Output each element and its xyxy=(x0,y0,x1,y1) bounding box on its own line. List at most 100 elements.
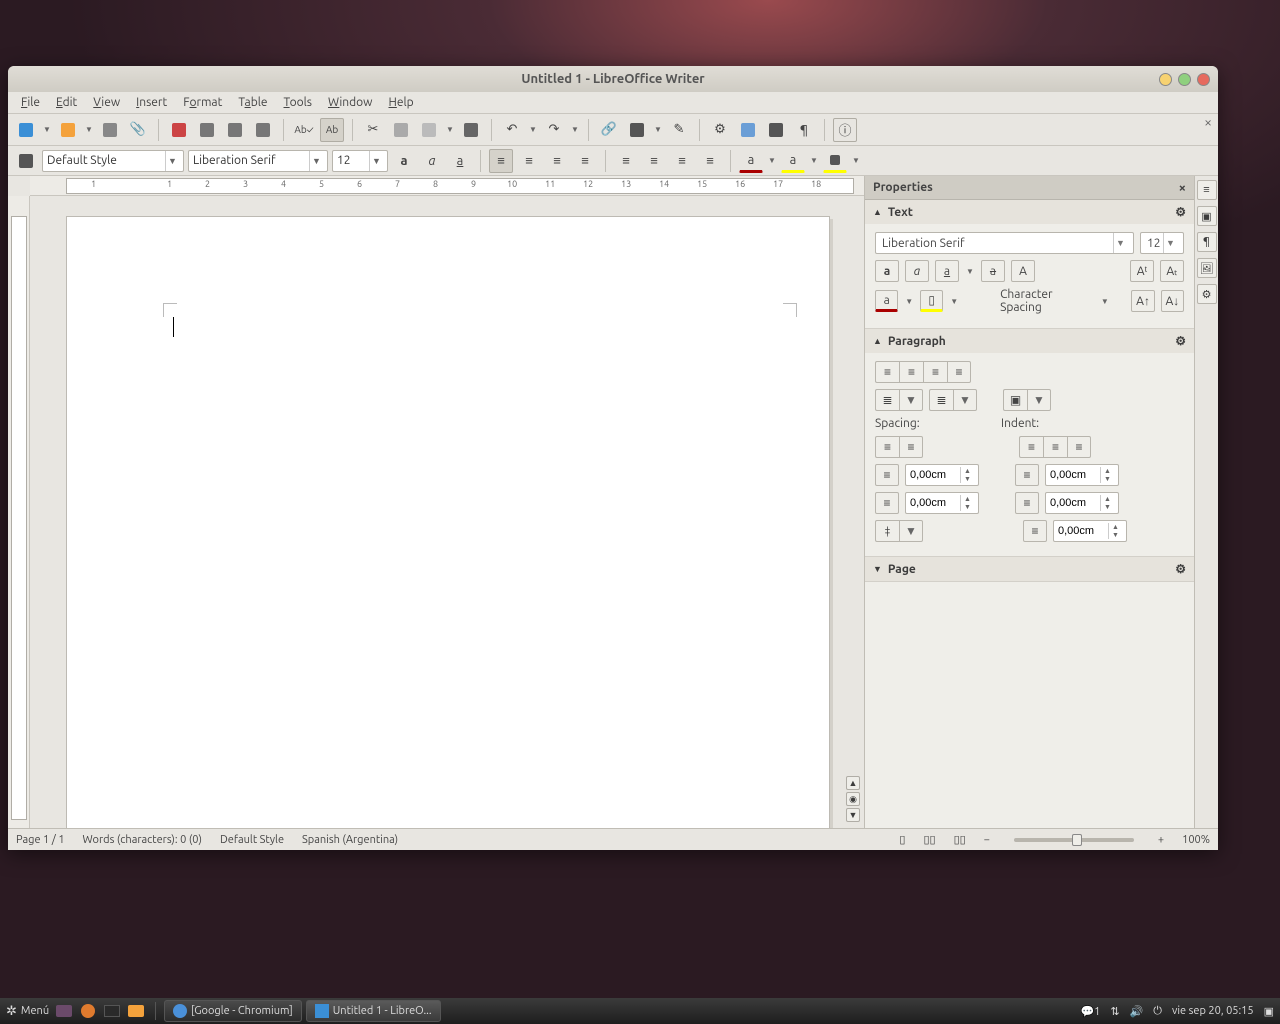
sidebar-bold-button[interactable]: a xyxy=(875,260,899,282)
bulleted-list-button[interactable]: ≡ xyxy=(642,149,666,173)
decrease-indent-button[interactable]: ≡ xyxy=(1043,436,1067,458)
paste-dropdown[interactable]: ▼ xyxy=(445,125,455,134)
undo-button[interactable]: ↶ xyxy=(500,118,524,142)
para-align-center-button[interactable]: ≡ xyxy=(899,361,923,383)
font-color-dropdown[interactable]: ▼ xyxy=(767,156,777,165)
status-lang[interactable]: Spanish (Argentina) xyxy=(302,834,398,846)
para-numbers-dropdown[interactable]: ▼ xyxy=(953,389,977,411)
indent-left-value[interactable] xyxy=(1046,469,1100,481)
italic-button[interactable]: a xyxy=(420,149,444,173)
align-center-button[interactable]: ≡ xyxy=(517,149,541,173)
scroll-down-button[interactable]: ▼ xyxy=(846,808,860,822)
indent-increase-button[interactable]: ≡ xyxy=(698,149,722,173)
gear-icon[interactable]: ⚙ xyxy=(1175,205,1186,219)
sidebar-superscript-button[interactable]: Aᵗ xyxy=(1130,260,1154,282)
indent-first-value[interactable] xyxy=(1054,525,1108,537)
launcher-files[interactable] xyxy=(125,1000,147,1022)
fontcolor-dropdown[interactable]: ▼ xyxy=(904,297,914,306)
task-libreoffice[interactable]: Untitled 1 - LibreO... xyxy=(306,1000,441,1022)
document-page[interactable] xyxy=(66,216,830,828)
align-justify-button[interactable]: ≡ xyxy=(573,149,597,173)
task-chromium[interactable]: [Google - Chromium] xyxy=(164,1000,302,1022)
highlight-dropdown[interactable]: ▼ xyxy=(949,297,959,306)
print-button[interactable] xyxy=(223,118,247,142)
status-viewmode-book[interactable]: ▯▯ xyxy=(954,833,966,846)
space-above-value[interactable] xyxy=(906,469,960,481)
zoom-in-button[interactable]: + xyxy=(1158,834,1164,846)
status-viewmode-multi[interactable]: ▯▯ xyxy=(923,833,935,846)
menu-format[interactable]: Format xyxy=(176,94,229,111)
hyperlink-button[interactable]: 🔗 xyxy=(597,118,621,142)
gear-icon[interactable]: ⚙ xyxy=(1175,334,1186,348)
para-bg-dropdown[interactable]: ▼ xyxy=(1027,389,1051,411)
para-align-left-button[interactable]: ≡ xyxy=(875,361,899,383)
sidebar-strike-button[interactable]: a xyxy=(981,260,1005,282)
open-button[interactable] xyxy=(56,118,80,142)
indent-left-spinner[interactable]: ▲▼ xyxy=(1045,464,1119,486)
print-direct-button[interactable] xyxy=(195,118,219,142)
font-name-combo[interactable]: Liberation Serif ▼ xyxy=(188,150,328,172)
underline-dropdown[interactable]: ▼ xyxy=(965,267,975,276)
section-paragraph-header[interactable]: ▲ Paragraph ⚙ xyxy=(865,329,1194,353)
new-dropdown[interactable]: ▼ xyxy=(42,125,52,134)
zoom-value[interactable]: 100% xyxy=(1182,834,1210,846)
network-indicator-icon[interactable]: ⇅ xyxy=(1110,1005,1119,1018)
sidebar-fontcolor-button[interactable]: a xyxy=(875,290,898,312)
para-align-right-button[interactable]: ≡ xyxy=(923,361,947,383)
space-above-spinner[interactable]: ▲▼ xyxy=(905,464,979,486)
auto-spellcheck-button[interactable]: Ab xyxy=(320,118,344,142)
para-bullets-button[interactable]: ≣ xyxy=(875,389,899,411)
styles-button[interactable] xyxy=(14,149,38,173)
export-pdf-button[interactable] xyxy=(167,118,191,142)
options-button[interactable]: ⚙ xyxy=(708,118,732,142)
document-canvas[interactable]: ▲ ◉ ▼ xyxy=(30,196,864,828)
launcher-firefox[interactable] xyxy=(77,1000,99,1022)
increase-paraspace-button[interactable]: ≡ xyxy=(875,436,899,458)
launcher-terminal[interactable] xyxy=(101,1000,123,1022)
sidebar-italic-button[interactable]: a xyxy=(905,260,929,282)
sidebar-highlight-button[interactable]: ▯ xyxy=(920,290,943,312)
space-below-value[interactable] xyxy=(906,497,960,509)
background-color-button[interactable] xyxy=(823,149,847,173)
open-dropdown[interactable]: ▼ xyxy=(84,125,94,134)
menu-table[interactable]: Table xyxy=(231,94,274,111)
spellcheck-button[interactable]: Ab✓ xyxy=(292,118,316,142)
save-button[interactable] xyxy=(98,118,122,142)
document-close-button[interactable]: × xyxy=(1204,114,1212,130)
redo-button[interactable]: ↷ xyxy=(542,118,566,142)
menu-tools[interactable]: Tools xyxy=(277,94,320,111)
insert-image-button[interactable] xyxy=(736,118,760,142)
font-size-combo[interactable]: 12 ▼ xyxy=(332,150,388,172)
redo-dropdown[interactable]: ▼ xyxy=(570,125,580,134)
increase-font-button[interactable]: A↑ xyxy=(1131,290,1154,312)
increase-indent-button[interactable]: ≡ xyxy=(1019,436,1043,458)
tab-settings-button[interactable]: ⚙ xyxy=(1197,284,1217,304)
help-button[interactable]: ⓘ xyxy=(833,118,857,142)
menu-window[interactable]: Window xyxy=(321,94,379,111)
paste-button[interactable] xyxy=(417,118,441,142)
scroll-up-button[interactable]: ▲ xyxy=(846,776,860,790)
attach-button[interactable]: 📎 xyxy=(126,118,150,142)
tab-styles-button[interactable]: ▣ xyxy=(1197,206,1217,226)
ubuntu-logo-icon[interactable]: ✲ xyxy=(6,1004,17,1019)
para-bg-button[interactable]: ▣ xyxy=(1003,389,1027,411)
status-style[interactable]: Default Style xyxy=(220,834,284,846)
menu-insert[interactable]: Insert xyxy=(129,94,174,111)
zoom-slider[interactable] xyxy=(1014,838,1134,842)
volume-icon[interactable]: 🔊 xyxy=(1130,1005,1144,1018)
nonprinting-button[interactable]: ¶ xyxy=(792,118,816,142)
close-button[interactable] xyxy=(1197,73,1210,86)
new-button[interactable] xyxy=(14,118,38,142)
tab-gallery-button[interactable]: ¶ xyxy=(1197,232,1217,252)
maximize-button[interactable] xyxy=(1178,73,1191,86)
sidebar-close-button[interactable]: × xyxy=(1179,181,1186,195)
tab-properties-button[interactable]: ≡ xyxy=(1197,180,1217,200)
menu-file[interactable]: FFileile xyxy=(14,94,47,111)
format-paintbrush-button[interactable] xyxy=(459,118,483,142)
indent-right-spinner[interactable]: ▲▼ xyxy=(1045,492,1119,514)
section-page-header[interactable]: ▼ Page ⚙ xyxy=(865,557,1194,581)
table-dropdown[interactable]: ▼ xyxy=(653,125,663,134)
para-align-justify-button[interactable]: ≡ xyxy=(947,361,971,383)
vertical-ruler[interactable] xyxy=(8,196,30,828)
menu-help[interactable]: Help xyxy=(381,94,420,111)
